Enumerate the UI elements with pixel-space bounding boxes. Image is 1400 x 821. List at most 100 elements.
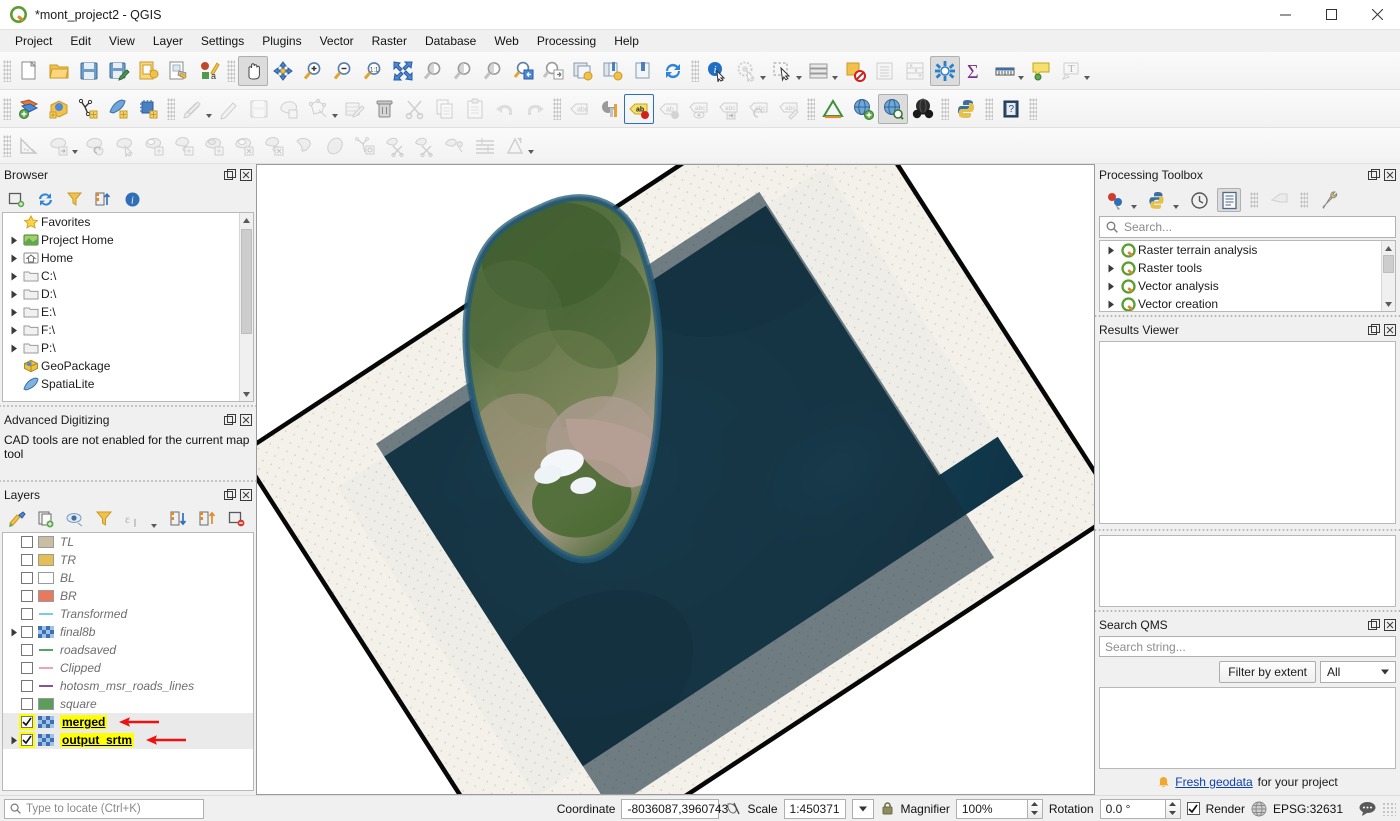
new-geopackage-layer-icon[interactable] <box>44 94 74 124</box>
add-feature-icon[interactable] <box>274 94 304 124</box>
modify-attributes-icon[interactable] <box>340 94 370 124</box>
browser-item-home[interactable]: Home <box>3 249 239 267</box>
add-group-icon[interactable] <box>37 510 55 528</box>
scale-dropdown[interactable] <box>852 799 874 819</box>
processing-group-vector-creation[interactable]: Vector creation <box>1100 295 1381 311</box>
expand-arrow-icon[interactable] <box>7 254 21 263</box>
delete-part-icon[interactable] <box>260 131 290 161</box>
scroll-down-arrow[interactable] <box>240 387 253 401</box>
browser-tree[interactable]: FavoritesProject HomeHomeC:\D:\E:\F:\P:\… <box>2 212 254 402</box>
open-attribute-table-icon[interactable] <box>804 56 834 86</box>
menu-settings[interactable]: Settings <box>192 32 253 50</box>
menu-plugins[interactable]: Plugins <box>253 32 310 50</box>
toolbar-handle[interactable] <box>167 98 175 120</box>
statistical-summary-icon[interactable] <box>900 56 930 86</box>
zoom-native-icon[interactable]: 1:1 <box>358 56 388 86</box>
close-button[interactable] <box>1354 0 1400 30</box>
close-panel-icon[interactable] <box>239 169 252 182</box>
layer-visibility-checkbox[interactable] <box>21 572 33 584</box>
new-memory-layer-icon[interactable] <box>134 94 164 124</box>
collapse-all-icon[interactable] <box>199 510 217 528</box>
filter-browser-icon[interactable] <box>66 191 83 208</box>
delete-ring-icon[interactable] <box>230 131 260 161</box>
results-viewer-list[interactable] <box>1099 341 1396 524</box>
qms-search-icon[interactable] <box>908 94 938 124</box>
layer-visibility-checkbox[interactable] <box>21 590 33 602</box>
toolbar-handle[interactable] <box>3 98 11 120</box>
menu-vector[interactable]: Vector <box>311 32 363 50</box>
identify-features-icon[interactable]: i <box>702 56 732 86</box>
expand-arrow-icon[interactable] <box>1104 246 1118 255</box>
toolbar-handle[interactable] <box>1300 192 1308 208</box>
layer-labeling-options-icon[interactable]: ab <box>624 94 654 124</box>
new-shapefile-layer-icon[interactable] <box>14 94 44 124</box>
layer-visibility-checkbox[interactable] <box>21 644 33 656</box>
menu-database[interactable]: Database <box>416 32 485 50</box>
layer-item-merged[interactable]: merged <box>3 713 253 731</box>
float-panel-icon[interactable] <box>1367 619 1380 632</box>
reshape-features-icon[interactable] <box>290 131 320 161</box>
results-icon[interactable] <box>1217 188 1241 212</box>
add-part-icon[interactable] <box>170 131 200 161</box>
redo-icon[interactable] <box>520 94 550 124</box>
zoom-last-icon[interactable] <box>508 56 538 86</box>
panel-splitter[interactable] <box>0 402 256 409</box>
results-viewer-detail[interactable] <box>1099 535 1396 607</box>
crs-label[interactable]: EPSG:32631 <box>1273 802 1343 816</box>
expand-arrow-icon[interactable] <box>1104 300 1118 309</box>
new-spatialite-layer-icon[interactable] <box>74 94 104 124</box>
qms-filter-select[interactable]: All <box>1320 661 1396 683</box>
split-parts-icon[interactable] <box>380 131 410 161</box>
options-icon[interactable] <box>1317 188 1341 212</box>
pan-map-icon[interactable] <box>238 56 268 86</box>
simplify-feature-icon[interactable] <box>110 131 140 161</box>
expand-arrow-icon[interactable] <box>7 326 21 335</box>
fill-ring-icon[interactable] <box>200 131 230 161</box>
move-label-icon[interactable]: abc <box>714 94 744 124</box>
split-features-icon[interactable] <box>350 131 380 161</box>
browser-item-spatialite[interactable]: SpatiaLite <box>3 375 239 393</box>
python-console-icon[interactable] <box>952 94 982 124</box>
chevron-down-icon[interactable] <box>1131 205 1137 209</box>
merge-features-icon[interactable] <box>410 131 440 161</box>
expand-arrow-icon[interactable] <box>7 628 21 637</box>
layer-item-br[interactable]: BR <box>3 587 253 605</box>
open-layer-styling-panel-icon[interactable] <box>8 510 26 528</box>
expand-arrow-icon[interactable] <box>7 736 21 745</box>
paste-features-icon[interactable] <box>460 94 490 124</box>
locator-search-input[interactable]: Type to locate (Ctrl+K) <box>4 799 204 819</box>
expand-all-icon[interactable] <box>170 510 188 528</box>
run-model-icon[interactable] <box>1103 188 1127 212</box>
magnifier-value[interactable]: 100% <box>956 799 1028 819</box>
layer-item-roadsaved[interactable]: roadsaved <box>3 641 253 659</box>
messages-log-icon[interactable] <box>1359 801 1376 816</box>
close-panel-icon[interactable] <box>239 414 252 427</box>
new-3d-map-view-icon[interactable] <box>598 56 628 86</box>
spin-up-arrow[interactable] <box>1166 800 1180 809</box>
pan-to-selection-icon[interactable] <box>268 56 298 86</box>
panel-splitter[interactable] <box>1095 312 1400 319</box>
toolbar-handle[interactable] <box>3 135 11 157</box>
new-virtual-layer-icon[interactable] <box>104 94 134 124</box>
float-panel-icon[interactable] <box>1367 169 1380 182</box>
properties-info-icon[interactable]: i <box>124 191 141 208</box>
zoom-to-selection-icon[interactable] <box>418 56 448 86</box>
refresh-icon[interactable] <box>37 191 54 208</box>
vertex-tool-icon[interactable] <box>304 94 334 124</box>
toggle-extents-icon[interactable] <box>725 801 741 817</box>
layout-manager-icon[interactable] <box>164 56 194 86</box>
style-manager-icon[interactable]: a <box>194 56 224 86</box>
save-project-as-icon[interactable] <box>104 56 134 86</box>
rotation-value[interactable]: 0.0 ° <box>1100 799 1166 819</box>
run-feature-action-icon[interactable] <box>732 56 762 86</box>
close-panel-icon[interactable] <box>1383 324 1396 337</box>
save-layer-edits-icon[interactable] <box>244 94 274 124</box>
enable-advanced-digitizing-icon[interactable] <box>14 131 44 161</box>
maximize-button[interactable] <box>1308 0 1354 30</box>
globe-icon[interactable] <box>1251 801 1267 817</box>
scroll-down-arrow[interactable] <box>1382 297 1395 311</box>
lock-scale-icon[interactable] <box>880 801 895 816</box>
toolbar-handle[interactable] <box>1250 192 1258 208</box>
toolbar-handle[interactable] <box>1029 98 1037 120</box>
toolbar-handle[interactable] <box>985 98 993 120</box>
